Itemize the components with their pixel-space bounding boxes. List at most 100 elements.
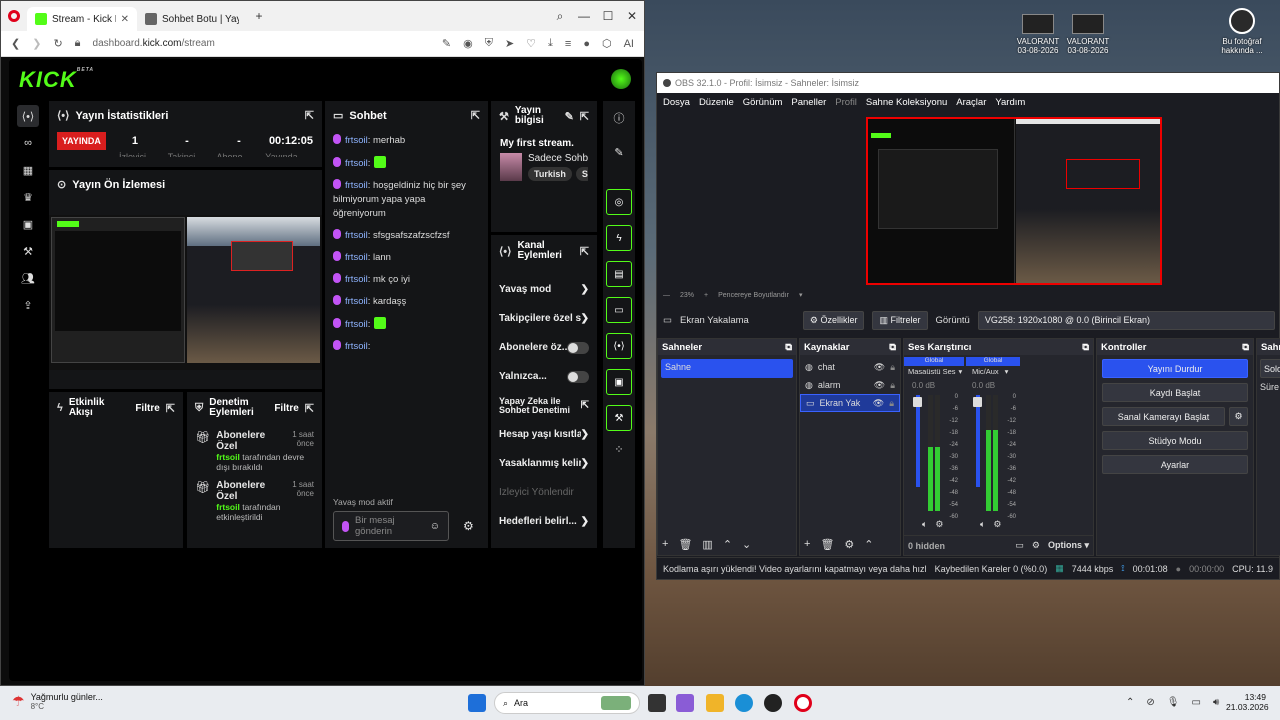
popout-icon[interactable]: ⇱ (166, 402, 175, 415)
add-icon[interactable]: + (804, 538, 810, 551)
transition-select[interactable]: Solo (1260, 359, 1280, 378)
stop-stream-button[interactable]: Yayını Durdur (1102, 359, 1248, 378)
gear-icon[interactable]: ⚙ (935, 519, 943, 530)
upload-nav-icon[interactable]: ⇪ (17, 294, 39, 316)
edit-icon[interactable]: ✎ (442, 37, 451, 50)
channel-action-item[interactable]: Yavaş mod ❯ (491, 275, 597, 304)
pencil-icon[interactable]: ✎ (603, 135, 635, 169)
bolt-rail-button[interactable]: ϟ (606, 225, 632, 251)
wrench-nav-icon[interactable]: ⚒ (17, 240, 39, 262)
fit-dropdown-icon[interactable]: ▾ (799, 291, 803, 299)
kick-logo[interactable]: KICKBETA (19, 67, 94, 93)
chat-input[interactable]: Bir mesaj gönderin ☺ (333, 511, 449, 541)
activity-filter-button[interactable]: Filtre (135, 403, 159, 414)
volume-slider-mic[interactable] (976, 395, 980, 487)
minimize-button[interactable]: — (572, 9, 596, 23)
menu-yardim[interactable]: Yardım (995, 97, 1025, 108)
volume-handle[interactable] (913, 397, 922, 407)
channel-action-item[interactable]: Takipçilere özel s ❯ (491, 304, 597, 333)
speaker-icon[interactable]: 🔈︎ (922, 519, 927, 530)
channel-action-item[interactable]: Yalnızca... (491, 362, 597, 391)
filters-button[interactable]: ▥ Filtreler (872, 310, 928, 330)
stream-nav-icon[interactable]: ⟨•⟩ (17, 105, 39, 127)
virtual-camera-gear-icon[interactable]: ⚙ (1229, 407, 1248, 426)
task-view-icon[interactable] (648, 694, 666, 712)
scene-item[interactable]: Sahne (661, 359, 793, 378)
document-rail-button[interactable]: ▤ (606, 261, 632, 287)
popout-icon[interactable]: ⇱ (305, 402, 314, 415)
chat-username[interactable]: frtsoil (345, 230, 368, 241)
trash-icon[interactable]: 🗑︎ (820, 538, 834, 551)
obs-taskbar-icon[interactable] (764, 694, 782, 712)
heart-icon[interactable]: ♡ (526, 37, 536, 50)
moderation-filter-button[interactable]: Filtre (274, 403, 298, 414)
mixer-channel-desktop[interactable]: Masaüstü Ses ▾ (908, 367, 962, 376)
extensions-icon[interactable]: ⬡ (602, 37, 612, 50)
zoom-in-button[interactable]: + (704, 292, 708, 299)
info-icon[interactable]: ⓘ (603, 101, 635, 135)
trophy-nav-icon[interactable]: ♛ (17, 186, 39, 208)
mixer-gear-icon[interactable]: ⚙ (1032, 540, 1040, 551)
obs-preview-canvas[interactable] (866, 117, 1162, 285)
edge-icon[interactable] (735, 694, 753, 712)
menu-dosya[interactable]: Dosya (663, 97, 690, 108)
display-select[interactable]: VG258: 1920x1080 @ 0.0 (Birincil Ekran) (977, 310, 1275, 330)
mic-icon[interactable]: 🎙︎ (1167, 697, 1180, 708)
record-rail-button[interactable]: ◎ (606, 189, 632, 215)
send-icon[interactable]: ➤ (505, 37, 514, 50)
camera-icon[interactable]: ◉ (463, 37, 473, 50)
chat-username[interactable]: frtsoil (345, 341, 368, 352)
menu-profil[interactable]: Profil (835, 97, 857, 108)
back-icon[interactable]: ❮ (11, 37, 20, 50)
opera-logo-icon[interactable] (1, 10, 27, 22)
dock-float-icon[interactable]: ⧉ (785, 342, 792, 353)
popout-icon[interactable]: ⇱ (580, 245, 589, 258)
menu-sahne-koleksiyonu[interactable]: Sahne Koleksiyonu (866, 97, 947, 108)
ai-button[interactable]: AI (624, 38, 634, 50)
layout-icon[interactable]: ▭ (1015, 540, 1024, 551)
volume-handle[interactable] (973, 397, 982, 407)
edit-icon[interactable]: ✎ (565, 110, 574, 123)
start-recording-button[interactable]: Kaydı Başlat (1102, 383, 1248, 402)
new-tab-button[interactable]: + (247, 9, 271, 23)
source-item-screen[interactable]: ▭ Ekran Yak 👁︎ 🔒︎ (800, 394, 900, 412)
broadcast-rail-button[interactable]: ⟨•⟩ (606, 333, 632, 359)
desktop-icon-valorant-2[interactable]: VALORANT 03-08-2026 (1060, 14, 1116, 55)
network-icon[interactable]: ⊘ (1146, 697, 1154, 708)
close-tab-icon[interactable]: ✕ (121, 14, 129, 25)
shield-icon[interactable]: ⛨ (485, 37, 493, 50)
down-icon[interactable]: ⌄ (742, 538, 751, 551)
emoji-icon[interactable]: ☺ (430, 521, 440, 532)
wrench-rail-button[interactable]: ⚒ (606, 405, 632, 431)
gear-icon[interactable]: ⚙ (844, 538, 854, 551)
settings-button[interactable]: Ayarlar (1102, 455, 1248, 474)
menu-icon[interactable]: ≡ (565, 38, 571, 50)
chat-settings-icon[interactable]: ⚙ (463, 519, 474, 533)
media-rail-button[interactable]: ▣ (606, 369, 632, 395)
avatar[interactable] (611, 69, 631, 89)
up-icon[interactable]: ⌃ (723, 538, 732, 551)
dock-float-icon[interactable]: ⧉ (889, 342, 896, 353)
chevron-up-icon[interactable]: ⌃ (1126, 697, 1134, 708)
start-icon[interactable] (468, 694, 486, 712)
chat-rail-button[interactable]: ▭ (606, 297, 632, 323)
app-icon[interactable] (676, 694, 694, 712)
chat-username[interactable]: frtsoil (345, 252, 368, 263)
tab-sohbet-botu[interactable]: Sohbet Botu | Yayınını gü (137, 7, 247, 31)
menu-paneller[interactable]: Paneller (791, 97, 826, 108)
fit-window-button[interactable]: Pencereye Boyutlandır (718, 292, 789, 299)
trash-icon[interactable]: 🗑︎ (678, 538, 692, 551)
gear-icon[interactable]: ⚙ (993, 519, 1001, 530)
popout-icon[interactable]: ⇱ (471, 109, 480, 122)
file-explorer-icon[interactable] (706, 694, 724, 712)
search-tabs-icon[interactable]: ⌕ (548, 9, 572, 24)
filter-icon[interactable]: ▥ (702, 538, 712, 551)
channel-action-item[interactable]: Hesap yaşı kısıtla ❯ (491, 420, 597, 449)
weather-widget[interactable]: ☂ Yağmurlu günler... 8°C (12, 692, 103, 711)
taskbar-search[interactable]: ⌕ Ara (494, 692, 640, 714)
url-field[interactable]: dashboard.kick.com/stream (93, 38, 215, 49)
tag-chip[interactable]: Turkish (528, 167, 572, 181)
source-item-alarm[interactable]: ◍ alarm 👁︎ 🔒︎ (800, 376, 900, 394)
more-icon[interactable]: ⁘ (603, 443, 635, 456)
channel-action-item[interactable]: Abonelere öz... (491, 333, 597, 362)
